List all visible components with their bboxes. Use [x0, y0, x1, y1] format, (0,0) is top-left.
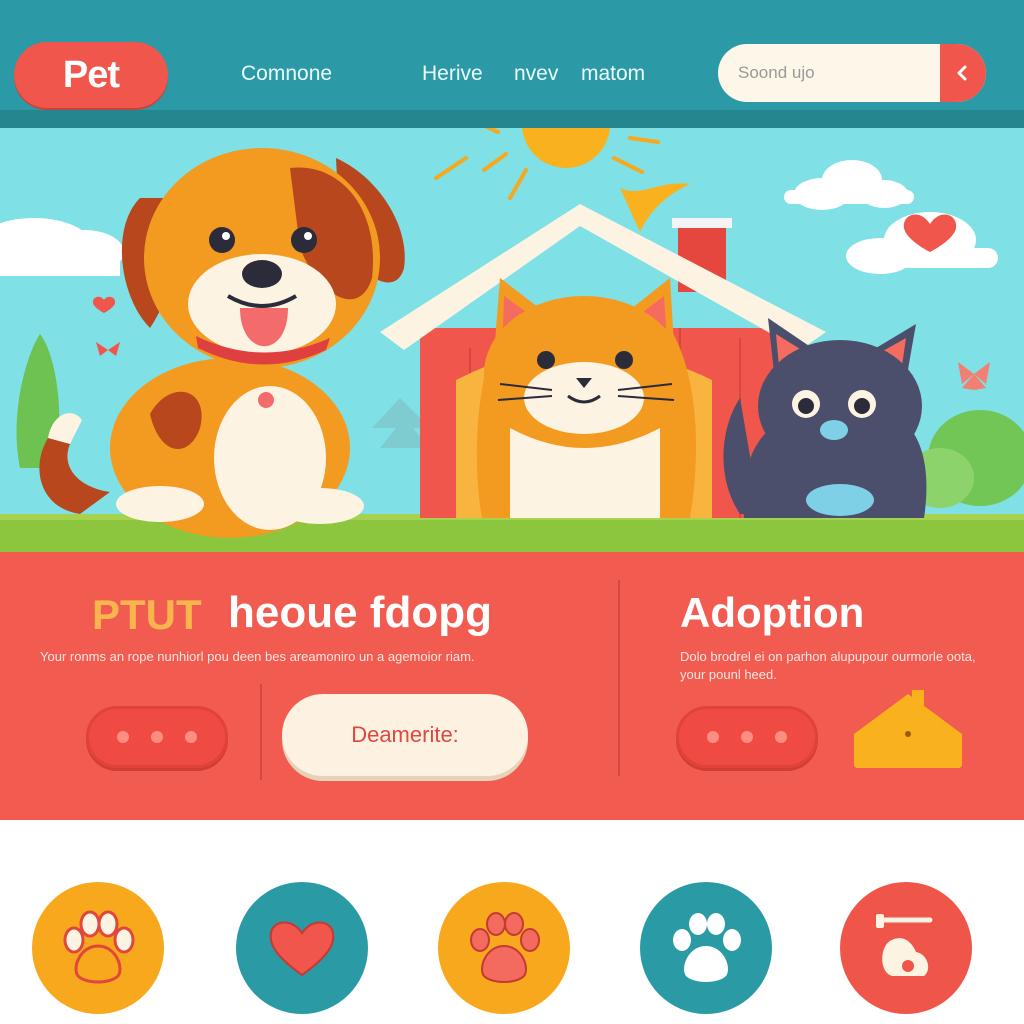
top-nav-bar: Pet Comnone Herive nvev matom [0, 0, 1024, 128]
logo[interactable]: Pet [14, 42, 168, 108]
orange-cat-illustration [476, 278, 696, 518]
dog-illustration [39, 148, 405, 538]
cloud-left [0, 218, 124, 276]
feature-paw-button[interactable] [438, 882, 570, 1014]
pagination-pill[interactable] [86, 706, 228, 768]
butterfly-icon [958, 362, 990, 390]
adoption-description: Dolo brodrel ei on parhon alupupour ourm… [680, 649, 976, 682]
pagination-pill[interactable] [676, 706, 818, 768]
chevron-left-icon [957, 65, 967, 81]
cta-button[interactable]: Deamerite: [282, 694, 528, 776]
promo-description: Your ronms an rope nunhiorl pou deen bes… [40, 649, 475, 664]
divider [260, 684, 262, 780]
paw-icon [673, 913, 741, 982]
feature-icons-row [0, 820, 1024, 1024]
house-icon[interactable] [850, 686, 966, 770]
pagination-dot[interactable] [185, 731, 197, 743]
paw-icon [470, 912, 540, 983]
paw-icon [63, 910, 135, 984]
promo-heading: heoue fdopg [228, 588, 492, 637]
pagination-dot[interactable] [117, 731, 129, 743]
adoption-heading: Adoption [680, 589, 865, 636]
promo-band: PTUT heoue fdopg Your ronms an rope nunh… [0, 552, 1024, 820]
cloud-right-top [784, 160, 914, 210]
nav-link-comnone[interactable]: Comnone [241, 60, 332, 88]
feature-paw-button[interactable] [32, 882, 164, 1014]
pagination-dot[interactable] [775, 731, 787, 743]
search-button[interactable] [940, 44, 986, 102]
hero-illustration [0, 128, 1024, 552]
pet-bowl-icon [876, 914, 933, 976]
nav-link-herive[interactable]: Herive [422, 60, 483, 88]
pets-scene [0, 128, 1024, 552]
pagination-dot[interactable] [707, 731, 719, 743]
nav-link-nvev[interactable]: nvev [514, 60, 558, 88]
search-box [718, 44, 986, 102]
search-input[interactable] [718, 44, 940, 102]
divider [618, 580, 620, 776]
pagination-dot[interactable] [741, 731, 753, 743]
promo-tag: PTUT [92, 591, 202, 638]
butterfly-icon [96, 342, 120, 356]
pagination-dot[interactable] [151, 731, 163, 743]
sun-icon [434, 128, 660, 200]
heart-icon [92, 296, 116, 313]
nav-link-matom[interactable]: matom [581, 60, 645, 88]
feature-bowl-button[interactable] [840, 882, 972, 1014]
heart-icon [269, 921, 335, 977]
feature-paw-button[interactable] [640, 882, 772, 1014]
feature-heart-button[interactable] [236, 882, 368, 1014]
